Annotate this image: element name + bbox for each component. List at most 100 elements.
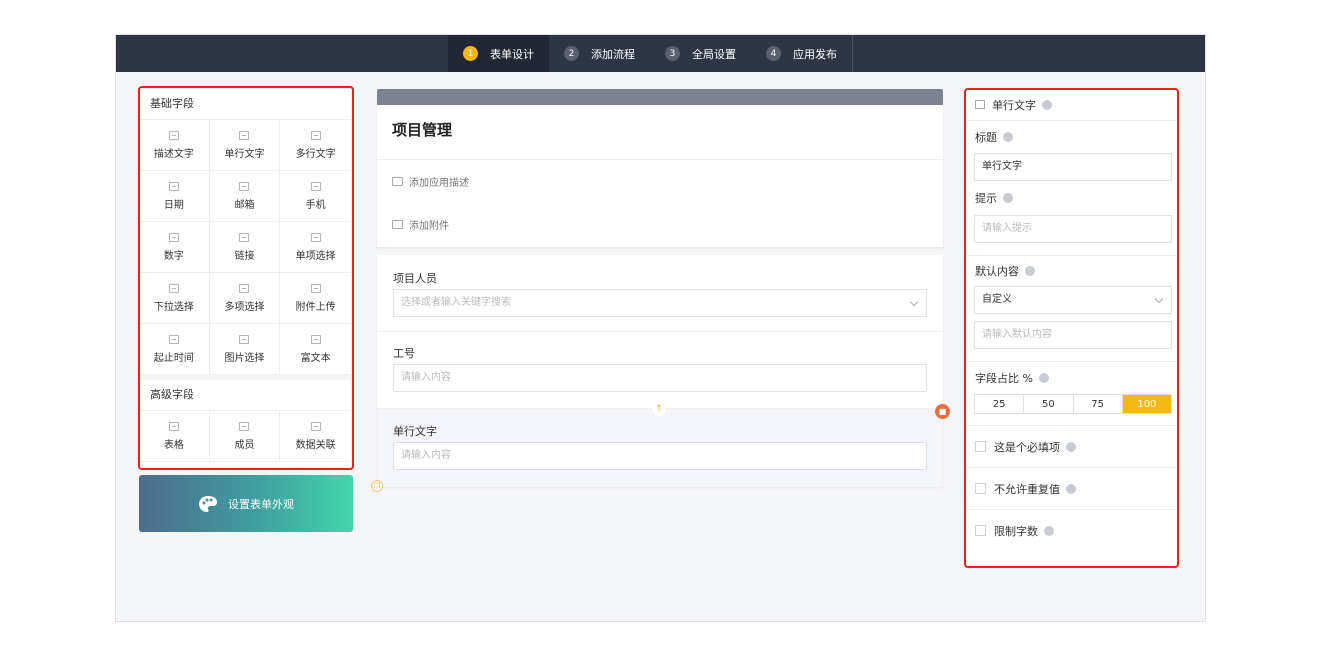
rich-text-icon bbox=[310, 334, 321, 344]
member-search-select[interactable]: 选择或者输入关键字搜索 bbox=[393, 289, 927, 317]
ratio-option-50[interactable]: 50 bbox=[1024, 395, 1074, 413]
default-label-row: 默认内容 bbox=[967, 256, 1178, 286]
field-item-date[interactable]: 日期 bbox=[139, 171, 210, 222]
delete-icon[interactable]: ■ bbox=[935, 404, 950, 419]
field-item-label: 链接 bbox=[234, 250, 255, 262]
move-up-icon[interactable]: ↑ bbox=[652, 402, 666, 416]
help-icon[interactable] bbox=[1038, 373, 1049, 383]
form-title[interactable]: 项目管理 bbox=[377, 105, 943, 160]
ratio-option-100[interactable]: 100 bbox=[1122, 395, 1171, 413]
no-duplicate-checkbox[interactable] bbox=[975, 483, 986, 494]
field-item-rich-text[interactable]: 富文本 bbox=[280, 324, 351, 375]
field-item-email[interactable]: 邮箱 bbox=[209, 171, 281, 222]
field-item-dropdown[interactable]: 下拉选择 bbox=[139, 273, 210, 324]
copy-icon[interactable]: ❐ bbox=[371, 480, 383, 492]
ratio-option-75[interactable]: 75 bbox=[1074, 395, 1123, 413]
form-field-single-line-selected[interactable]: ↑ 单行文字 请输入内容 bbox=[377, 402, 943, 487]
step-number: 2 bbox=[564, 46, 579, 61]
multi-line-icon bbox=[310, 130, 321, 140]
field-label: 项目人员 bbox=[393, 272, 437, 285]
single-line-input[interactable]: 请输入内容 bbox=[393, 442, 927, 470]
radio-icon bbox=[310, 232, 321, 242]
set-appearance-button[interactable]: 设置表单外观 bbox=[139, 475, 353, 532]
field-palette: 基础字段 描述文字 单行文字 多行文字 日期 邮箱 手机 数字 链接 单项选择 … bbox=[139, 89, 351, 470]
step-publish[interactable]: 4 应用发布 bbox=[751, 35, 852, 72]
form-field-project-members[interactable]: 项目人员 选择或者输入关键字搜索 bbox=[377, 255, 943, 332]
help-icon[interactable] bbox=[1044, 525, 1054, 536]
field-item-image[interactable]: 图片选择 bbox=[209, 324, 281, 375]
calendar-icon bbox=[168, 181, 179, 191]
required-checkbox[interactable] bbox=[975, 441, 986, 452]
field-item-time-range[interactable]: 起止时间 bbox=[139, 324, 210, 375]
hint-label-row: 提示 bbox=[967, 181, 1178, 215]
field-item-phone[interactable]: 手机 bbox=[280, 171, 351, 222]
default-mode-value: 自定义 bbox=[982, 294, 1012, 305]
field-item-multi-line[interactable]: 多行文字 bbox=[280, 120, 351, 171]
default-value-input[interactable]: 请输入默认内容 bbox=[974, 321, 1172, 349]
field-item-description[interactable]: 描述文字 bbox=[139, 120, 210, 171]
member-icon bbox=[239, 421, 250, 431]
header-stripe bbox=[377, 89, 943, 105]
field-item-table[interactable]: 表格 bbox=[139, 411, 210, 462]
field-item-label: 成员 bbox=[234, 439, 255, 451]
chevron-down-icon bbox=[1154, 294, 1164, 304]
help-icon[interactable] bbox=[1066, 441, 1076, 452]
number-icon bbox=[168, 232, 179, 242]
field-item-label: 富文本 bbox=[300, 352, 331, 364]
help-icon[interactable] bbox=[1003, 193, 1013, 203]
step-add-process[interactable]: 2 添加流程 bbox=[549, 35, 650, 72]
add-description-label: 添加应用描述 bbox=[409, 178, 469, 189]
properties-header: 单行文字 bbox=[967, 89, 1178, 121]
field-label: 单行文字 bbox=[393, 425, 437, 438]
limit-length-checkbox[interactable] bbox=[975, 525, 986, 536]
single-line-icon bbox=[239, 130, 250, 140]
field-item-single-line[interactable]: 单行文字 bbox=[209, 120, 281, 171]
step-number: 3 bbox=[665, 46, 680, 61]
field-item-radio[interactable]: 单项选择 bbox=[280, 222, 351, 273]
field-item-label: 日期 bbox=[163, 199, 184, 211]
field-item-label: 附件上传 bbox=[295, 301, 336, 313]
help-icon[interactable] bbox=[1025, 266, 1035, 276]
field-item-number[interactable]: 数字 bbox=[139, 222, 210, 273]
title-input[interactable]: 单行文字 bbox=[974, 153, 1172, 181]
limit-length-option: 限制字数 bbox=[967, 509, 1178, 551]
help-icon[interactable] bbox=[1042, 99, 1052, 110]
form-header-card: 项目管理 添加应用描述 添加附件 bbox=[377, 89, 943, 247]
field-item-label: 起止时间 bbox=[153, 352, 194, 364]
hint-input[interactable]: 请输入提示 bbox=[974, 215, 1172, 243]
top-bar: 1 表单设计 2 添加流程 3 全局设置 4 应用发布 bbox=[116, 35, 1205, 72]
field-type-label: 单行文字 bbox=[992, 98, 1036, 112]
title-label-row: 标题 bbox=[967, 121, 1178, 153]
step-number: 4 bbox=[766, 46, 781, 61]
checkbox-icon bbox=[239, 283, 250, 293]
field-item-label: 多行文字 bbox=[295, 148, 336, 160]
no-duplicate-option: 不允许重复值 bbox=[967, 467, 1178, 509]
chevron-down-icon bbox=[909, 297, 919, 307]
step-global-settings[interactable]: 3 全局设置 bbox=[650, 35, 751, 72]
required-option: 这是个必填项 bbox=[967, 425, 1178, 467]
step-label: 添加流程 bbox=[591, 47, 635, 61]
step-form-design[interactable]: 1 表单设计 bbox=[448, 35, 549, 72]
palette-icon bbox=[199, 495, 217, 512]
form-designer-app: 1 表单设计 2 添加流程 3 全局设置 4 应用发布 基础字段 描述文字 单行… bbox=[115, 34, 1206, 622]
field-item-attachment[interactable]: 附件上传 bbox=[280, 273, 351, 324]
field-label: 工号 bbox=[393, 347, 415, 360]
field-item-label: 描述文字 bbox=[153, 148, 194, 160]
default-mode-select[interactable]: 自定义 bbox=[974, 286, 1172, 314]
field-item-data-link[interactable]: 数据关联 bbox=[280, 411, 351, 462]
help-icon[interactable] bbox=[1003, 132, 1013, 142]
add-description-link[interactable]: 添加应用描述 bbox=[377, 160, 943, 203]
form-field-employee-id[interactable]: 工号 请输入内容 bbox=[377, 332, 943, 409]
advanced-fields-title: 高级字段 bbox=[150, 388, 194, 401]
field-item-member[interactable]: 成员 bbox=[209, 411, 281, 462]
add-attachment-link[interactable]: 添加附件 bbox=[377, 203, 943, 246]
field-item-label: 数据关联 bbox=[295, 439, 336, 451]
help-icon[interactable] bbox=[1066, 483, 1076, 494]
ratio-label-row: 字段占比 % bbox=[967, 362, 1178, 394]
field-item-link[interactable]: 链接 bbox=[209, 222, 281, 273]
ratio-option-25[interactable]: 25 bbox=[975, 395, 1025, 413]
employee-id-input[interactable]: 请输入内容 bbox=[393, 364, 927, 392]
field-item-checkbox[interactable]: 多项选择 bbox=[209, 273, 281, 324]
field-item-label: 表格 bbox=[163, 439, 184, 451]
file-icon bbox=[392, 220, 403, 229]
